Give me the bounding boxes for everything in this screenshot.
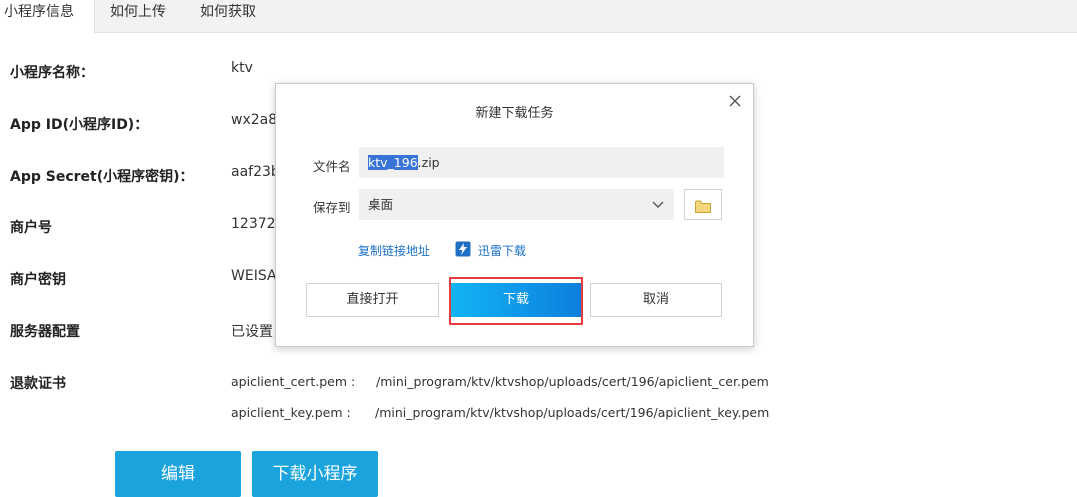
server-config-value: 已设置: [231, 324, 273, 340]
appid-label: App ID(小程序ID)：: [10, 117, 149, 133]
tab-mini-program-info[interactable]: 小程序信息: [0, 0, 95, 34]
open-directly-button[interactable]: 直接打开: [306, 283, 439, 317]
dialog-title: 新建下载任务: [475, 106, 554, 121]
filename-input[interactable]: ktv_196.zip: [359, 147, 724, 178]
edit-button[interactable]: 编辑: [115, 451, 241, 497]
filename-extension: .zip: [417, 155, 440, 170]
thunder-logo-icon: [455, 241, 471, 261]
refund-cert-label: 退款证书: [10, 376, 66, 392]
appid-value: wx2a8: [231, 112, 278, 128]
name-label: 小程序名称：: [10, 65, 94, 81]
merchant-id-label: 商户号: [10, 220, 52, 236]
filename-selected-text: ktv_196: [368, 155, 418, 170]
thunder-download-link[interactable]: 迅雷下载: [478, 242, 526, 259]
cert-file-name: apiclient_cert.pem :: [231, 374, 356, 389]
download-mini-program-button[interactable]: 下载小程序: [252, 451, 378, 497]
cancel-button[interactable]: 取消: [590, 283, 722, 317]
tab-how-to-get[interactable]: 如何获取: [200, 0, 256, 33]
close-icon[interactable]: [727, 93, 743, 109]
filename-label: 文件名: [313, 159, 351, 174]
tab-label: 小程序信息: [4, 4, 74, 20]
tab-how-to-upload[interactable]: 如何上传: [110, 0, 166, 33]
browse-folder-button[interactable]: [684, 189, 722, 220]
tab-bar: 小程序信息 如何上传 如何获取: [0, 0, 1077, 34]
cert-file-path: /mini_program/ktv/ktvshop/uploads/cert/1…: [376, 374, 769, 389]
save-to-label: 保存到: [313, 200, 351, 215]
merchant-key-value: WEISA: [231, 268, 277, 284]
save-location-select[interactable]: 桌面: [359, 189, 674, 220]
tab-label: 如何获取: [200, 4, 256, 20]
secret-value: aaf23b: [231, 164, 280, 180]
secret-label: App Secret(小程序密钥)：: [10, 169, 194, 185]
folder-icon: [695, 198, 711, 217]
save-location-value: 桌面: [368, 197, 394, 212]
key-file-path: /mini_program/ktv/ktvshop/uploads/cert/1…: [375, 405, 770, 420]
key-file-name: apiclient_key.pem :: [231, 405, 351, 420]
highlight-box: [449, 277, 583, 325]
merchant-key-label: 商户密钥: [10, 272, 66, 288]
new-download-dialog: 新建下载任务 文件名 ktv_196.zip 保存到 桌面 复制链接地址 迅雷下…: [275, 83, 754, 347]
tab-label: 如何上传: [110, 4, 166, 20]
server-config-label: 服务器配置: [10, 324, 80, 340]
chevron-down-icon: [652, 189, 664, 231]
copy-link-address[interactable]: 复制链接地址: [358, 242, 430, 259]
name-value: ktv: [231, 60, 253, 76]
